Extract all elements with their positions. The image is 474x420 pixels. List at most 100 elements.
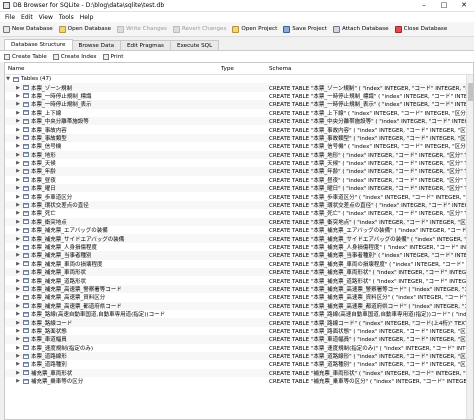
chevron-right-icon[interactable]: ▶ (15, 93, 21, 99)
scrollbar-thumb[interactable] (468, 83, 473, 101)
tab-browse-data[interactable]: Browse Data (71, 40, 122, 50)
table-row[interactable]: ▶ 本票_補充票_当事者種別 CREATE TABLE "本票_補充票_当事者種別"… (5, 251, 473, 260)
table-row[interactable]: ▶ 補充票_乗車等の区分 CREATE TABLE "補充票_乗車等の区分" ( "… (5, 377, 473, 385)
chevron-right-icon[interactable]: ▶ (15, 168, 21, 174)
table-row[interactable]: ▶ 本票_補充票_サイドエアバッグの装備 CREATE TABLE "本票_補充票_… (5, 234, 473, 243)
minimize-icon[interactable]: – (414, 0, 434, 11)
table-row[interactable]: ▶ 本票_地形 CREATE TABLE "本票_地形" ( "index" INT… (5, 150, 473, 159)
table-row[interactable]: ▶ 本票_年齢 CREATE TABLE "本票_年齢" ( "index" INT… (5, 167, 473, 176)
table-row[interactable]: ▶ 本票_補充票_高速票_都道府県コード CREATE TABLE "本票_補充票_… (5, 301, 473, 310)
table-row[interactable]: ▶ 本票_ゾーン規制 CREATE TABLE "本票_ゾーン規制" ( "inde… (5, 83, 473, 92)
table-row[interactable]: ▶ 本票_速度規制(指定のみ) CREATE TABLE "本票_速度規制(指定のみ… (5, 344, 473, 352)
table-row[interactable]: ▶ 本票_昼夜 CREATE TABLE "本票_昼夜" ( "index" INT… (5, 176, 473, 184)
tab-database-structure[interactable]: Database Structure (4, 39, 73, 50)
chevron-right-icon[interactable]: ▶ (15, 135, 21, 141)
menu-edit[interactable]: Edit (18, 14, 36, 21)
close-database-button[interactable]: Close Database (394, 25, 447, 33)
revert-changes-button[interactable]: Revert Changes (172, 25, 226, 33)
table-row[interactable]: ▶ 本票_一時停止規制_表示 CREATE TABLE "本票_一時停止規制_表示"… (5, 100, 473, 109)
chevron-right-icon[interactable]: ▶ (15, 194, 21, 200)
table-row[interactable]: ▶ 本票_車道幅員 CREATE TABLE "本票_車道幅員" ( "index"… (5, 335, 473, 344)
chevron-right-icon[interactable]: ▶ (15, 101, 21, 107)
table-row[interactable]: ▶ 本票_衝突地点 CREATE TABLE "本票_衝突地点" ( "index"… (5, 217, 473, 227)
table-row[interactable]: ▶ 本票_上下線 CREATE TABLE "本票_上下線" ( "index" I… (5, 109, 473, 117)
chevron-right-icon[interactable]: ▶ (15, 152, 21, 158)
write-changes-button[interactable]: Write Changes (117, 25, 167, 33)
chevron-right-icon[interactable]: ▶ (15, 210, 21, 216)
table-row[interactable]: ▶ 本票_道路線形 CREATE TABLE "本票_道路線形" ( "index"… (5, 351, 473, 361)
menu-view[interactable]: View (36, 14, 56, 21)
chevron-right-icon[interactable]: ▶ (15, 227, 21, 233)
vertical-scrollbar[interactable] (466, 75, 473, 419)
table-row[interactable]: ▶ 本票_曜日 CREATE TABLE "本票_曜日" ( "index" INT… (5, 184, 473, 193)
chevron-right-icon[interactable]: ▶ (15, 328, 21, 334)
chevron-right-icon[interactable]: ▶ (15, 353, 21, 359)
table-row[interactable]: ▶ 本票_環状交差点の直径 CREATE TABLE "本票_環状交差点の直径" (… (5, 200, 473, 210)
column-header-name[interactable]: Name (5, 66, 221, 72)
chevron-right-icon[interactable]: ▶ (15, 219, 21, 225)
chevron-right-icon[interactable]: ▶ (15, 303, 21, 309)
menu-help[interactable]: Help (77, 14, 97, 21)
tab-edit-pragmas[interactable]: Edit Pragmas (120, 40, 171, 50)
menu-file[interactable]: File (2, 14, 18, 21)
chevron-right-icon[interactable]: ▶ (15, 378, 21, 384)
create-index-button[interactable]: Create Index (52, 53, 97, 60)
chevron-right-icon[interactable]: ▶ (15, 278, 21, 284)
chevron-right-icon[interactable]: ▶ (15, 244, 21, 250)
chevron-right-icon[interactable]: ▶ (15, 177, 21, 183)
table-row[interactable]: ▶ 本票_信号機 CREATE TABLE "本票_信号機" ( "index" I… (5, 142, 473, 150)
table-row[interactable]: ▶ 本票_中央分離帯施設等 CREATE TABLE "本票_中央分離帯施設等" (… (5, 116, 473, 126)
chevron-right-icon[interactable]: ▶ (15, 118, 21, 124)
chevron-right-icon[interactable]: ▶ (15, 320, 21, 326)
maximize-icon[interactable]: □ (434, 0, 454, 11)
chevron-right-icon[interactable]: ▶ (15, 85, 21, 91)
table-row[interactable]: ▶ 本票_死亡 CREATE TABLE "本票_死亡" ( "index" INT… (5, 209, 473, 217)
table-row[interactable]: ▶ 本票_路線(高速自動車国道,自動車専用道(指定))コード CREATE TABL… (5, 310, 473, 318)
table-row[interactable]: ▶ 本票_天候 CREATE TABLE "本票_天候" ( "index" INT… (5, 159, 473, 167)
table-row[interactable]: ▶ 補充票_車両形状 CREATE TABLE "補充票_車両形状" ( "inde… (5, 368, 473, 378)
chevron-right-icon[interactable]: ▶ (15, 252, 21, 258)
attach-database-button[interactable]: Attach Database (332, 25, 389, 33)
chevron-right-icon[interactable]: ▶ (15, 294, 21, 300)
table-row[interactable]: ▶ 本票_補充票_高速票_警察署等コード CREATE TABLE "本票_補充票_… (5, 284, 473, 294)
print-button[interactable]: Print (102, 53, 123, 60)
chevron-right-icon[interactable]: ▶ (15, 143, 21, 149)
save-project-button[interactable]: Save Project (283, 25, 327, 33)
chevron-right-icon[interactable]: ▶ (15, 127, 21, 133)
structure-tree[interactable]: Name Type Schema ▼ Tables (47) ▶ 本票_ゾーン規制… (4, 62, 474, 420)
table-row[interactable]: ▶ 本票_事故類型 CREATE TABLE "本票_事故類型" ( "index"… (5, 133, 473, 143)
chevron-right-icon[interactable]: ▶ (15, 110, 21, 116)
chevron-right-icon[interactable]: ▶ (15, 361, 21, 367)
table-row[interactable]: ▶ 本票_道路種別 CREATE TABLE "本票_道路種別" ( "index"… (5, 360, 473, 368)
chevron-down-icon[interactable]: ▼ (5, 76, 11, 82)
create-table-button[interactable]: Create Table (4, 53, 47, 60)
tables-group-row[interactable]: ▼ Tables (47) (5, 75, 473, 83)
chevron-right-icon[interactable]: ▶ (15, 370, 21, 376)
chevron-right-icon[interactable]: ▶ (15, 345, 21, 351)
table-row[interactable]: ▶ 本票_路線コード CREATE TABLE "本票_路線コード" ( "inde… (5, 318, 473, 327)
new-database-button[interactable]: New Database (3, 25, 53, 33)
table-row[interactable]: ▶ 本票_一時停止規制_標識 CREATE TABLE "本票_一時停止規制_標識"… (5, 92, 473, 100)
chevron-right-icon[interactable]: ▶ (15, 236, 21, 242)
chevron-right-icon[interactable]: ▶ (15, 185, 21, 191)
table-row[interactable]: ▶ 本票_補充票_道路形状 CREATE TABLE "本票_補充票_道路形状" (… (5, 276, 473, 285)
table-row[interactable]: ▶ 本票_補充票_車両形状 CREATE TABLE "本票_補充票_車両形状" (… (5, 267, 473, 277)
menu-tools[interactable]: Tools (56, 14, 77, 21)
table-row[interactable]: ▶ 本票_補充票_エアバッグの装備 CREATE TABLE "本票_補充票_エアバ… (5, 226, 473, 234)
column-header-schema[interactable]: Schema (269, 66, 473, 72)
column-header-type[interactable]: Type (221, 66, 269, 72)
table-row[interactable]: ▶ 本票_歩車道区分 CREATE TABLE "本票_歩車道区分" ( "inde… (5, 192, 473, 201)
table-row[interactable]: ▶ 本票_路面状態 CREATE TABLE "本票_路面状態" ( "index"… (5, 327, 473, 335)
tab-execute-sql[interactable]: Execute SQL (169, 40, 220, 50)
table-row[interactable]: ▶ 本票_補充票_人身損傷程度 CREATE TABLE "本票_補充票_人身損傷程… (5, 243, 473, 251)
table-row[interactable]: ▶ 本票_補充票_高速票_資料区分 CREATE TABLE "本票_補充票_高速票… (5, 293, 473, 301)
chevron-right-icon[interactable]: ▶ (15, 286, 21, 292)
chevron-right-icon[interactable]: ▶ (15, 160, 21, 166)
open-database-button[interactable]: Open Database (58, 25, 111, 33)
close-window-icon[interactable]: ✕ (454, 0, 474, 11)
table-row[interactable]: ▶ 本票_事故内容 CREATE TABLE "本票_事故内容" ( "index"… (5, 125, 473, 134)
chevron-right-icon[interactable]: ▶ (15, 202, 21, 208)
chevron-right-icon[interactable]: ▶ (15, 311, 21, 317)
table-row[interactable]: ▶ 本票_補充票_車両の損壊程度 CREATE TABLE "本票_補充票_車両の損… (5, 260, 473, 268)
chevron-right-icon[interactable]: ▶ (15, 261, 21, 267)
